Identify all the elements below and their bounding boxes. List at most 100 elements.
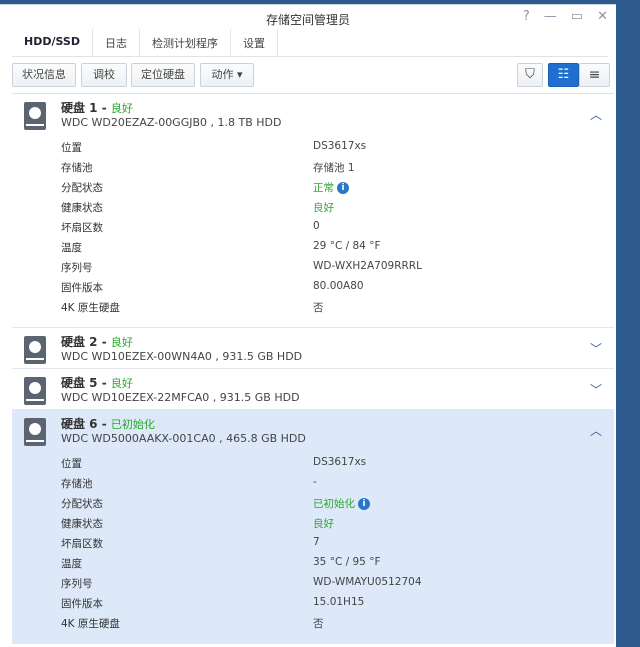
detail-value-wrap: WD-WMAYU0512704: [313, 576, 422, 588]
storage-manager-window: 存储空间管理员 ? — ▭ ✕ HDD/SSD 日志 检测计划程序 设置 状况信…: [0, 4, 616, 647]
help-icon[interactable]: ?: [523, 9, 530, 24]
detail-value-wrap: 否: [313, 300, 324, 315]
detail-label: 位置: [61, 458, 82, 470]
detail-label: 存储池: [61, 162, 93, 174]
locate-disk-button[interactable]: 定位硬盘: [131, 63, 195, 87]
detail-label: 温度: [61, 242, 82, 254]
detail-label: 固件版本: [61, 282, 103, 294]
tab-bar: HDD/SSD 日志 检测计划程序 设置: [12, 29, 608, 57]
hdd-icon: [24, 336, 46, 364]
detail-row: 固件版本 80.00A80: [12, 277, 614, 297]
tab-settings[interactable]: 设置: [231, 29, 278, 56]
detail-value-wrap: 15.01H15: [313, 596, 364, 608]
chevron-up-icon[interactable]: ︿: [590, 422, 602, 439]
detail-row: 分配状态 已初始化 i: [12, 493, 614, 513]
detail-value: DS3617xs: [313, 456, 367, 468]
detail-row: 存储池 存储池 1: [12, 157, 614, 177]
info-icon[interactable]: i: [358, 498, 370, 510]
detail-row: 坏扇区数 0: [12, 217, 614, 237]
action-dropdown[interactable]: 动作 ▾: [200, 63, 254, 87]
detail-value: 已初始化: [313, 498, 355, 510]
disk-name: 硬盘 5 - 良好: [61, 376, 133, 390]
detail-value-wrap: WD-WXH2A709RRRL: [313, 260, 422, 272]
disk-name: 硬盘 2 - 良好: [61, 335, 133, 349]
detail-label: 序列号: [61, 262, 93, 274]
detail-row: 健康状态 良好: [12, 513, 614, 533]
detail-view-button[interactable]: ☷: [548, 63, 579, 87]
detail-row: 位置 DS3617xs: [12, 453, 614, 473]
detail-label: 温度: [61, 558, 82, 570]
detail-row: 位置 DS3617xs: [12, 137, 614, 157]
status-info-button[interactable]: 状况信息: [12, 63, 76, 87]
detail-value-wrap: DS3617xs: [313, 456, 366, 468]
detail-value-wrap: 7: [313, 536, 320, 548]
detail-value-wrap: 良好: [313, 516, 334, 531]
detail-row: 健康状态 良好: [12, 197, 614, 217]
detail-value: DS3617xs: [313, 140, 367, 152]
detail-value: WD-WXH2A709RRRL: [313, 260, 422, 272]
detail-value-wrap: 29 °C / 84 °F: [313, 240, 380, 252]
detail-label: 4K 原生硬盘: [61, 302, 120, 314]
disk-model: WDC WD20EZAZ-00GGJB0 , 1.8 TB HDD: [61, 116, 282, 129]
list-view-button[interactable]: ≡: [579, 63, 610, 87]
disk-header[interactable]: 硬盘 6 - 已初始化 WDC WD5000AAKX-001CA0 , 465.…: [12, 410, 614, 450]
detail-value: 否: [313, 302, 324, 314]
disk-name-text: 硬盘 6: [61, 417, 98, 431]
hdd-icon: [24, 418, 46, 446]
disk-name: 硬盘 1 - 良好: [61, 101, 133, 115]
hdd-icon: [24, 377, 46, 405]
disk-item[interactable]: 硬盘 1 - 良好 WDC WD20EZAZ-00GGJB0 , 1.8 TB …: [12, 94, 614, 328]
disk-item[interactable]: 硬盘 6 - 已初始化 WDC WD5000AAKX-001CA0 , 465.…: [12, 410, 614, 644]
calibrate-button[interactable]: 调校: [81, 63, 127, 87]
detail-value: 存储池 1: [313, 162, 355, 174]
disk-name-text: 硬盘 1: [61, 101, 98, 115]
detail-value-wrap: 存储池 1: [313, 160, 355, 175]
detail-row: 坏扇区数 7: [12, 533, 614, 553]
maximize-icon[interactable]: ▭: [571, 9, 583, 24]
detail-label: 4K 原生硬盘: [61, 618, 120, 630]
disk-list: 硬盘 1 - 良好 WDC WD20EZAZ-00GGJB0 , 1.8 TB …: [12, 93, 614, 644]
detail-value: 正常: [313, 182, 334, 194]
chevron-down-icon[interactable]: ﹀: [590, 340, 602, 357]
chevron-down-icon[interactable]: ﹀: [590, 381, 602, 398]
detail-value-wrap: DS3617xs: [313, 140, 366, 152]
detail-row: 序列号 WD-WXH2A709RRRL: [12, 257, 614, 277]
disk-header[interactable]: 硬盘 1 - 良好 WDC WD20EZAZ-00GGJB0 , 1.8 TB …: [12, 94, 614, 134]
detail-label: 存储池: [61, 478, 93, 490]
disk-item[interactable]: 硬盘 5 - 良好 WDC WD10EZEX-22MFCA0 , 931.5 G…: [12, 369, 614, 410]
disk-model: WDC WD10EZEX-00WN4A0 , 931.5 GB HDD: [61, 350, 303, 363]
disk-name-text: 硬盘 2: [61, 335, 98, 349]
detail-label: 坏扇区数: [61, 222, 103, 234]
detail-value: 35 °C / 95 °F: [313, 556, 381, 568]
detail-value: 15.01H15: [313, 596, 365, 608]
info-icon[interactable]: i: [337, 182, 349, 194]
detail-value: -: [313, 476, 317, 488]
detail-value: 7: [313, 536, 320, 548]
detail-value-wrap: 80.00A80: [313, 280, 364, 292]
detail-row: 序列号 WD-WMAYU0512704: [12, 573, 614, 593]
disk-header[interactable]: 硬盘 5 - 良好 WDC WD10EZEX-22MFCA0 , 931.5 G…: [12, 369, 614, 409]
detail-value: 良好: [313, 518, 334, 530]
disk-model: WDC WD10EZEX-22MFCA0 , 931.5 GB HDD: [61, 391, 300, 404]
detail-label: 固件版本: [61, 598, 103, 610]
detail-value: 0: [313, 220, 320, 232]
disk-status: 良好: [110, 102, 133, 115]
detail-row: 4K 原生硬盘 否: [12, 613, 614, 633]
detail-value-wrap: 0: [313, 220, 320, 232]
tab-hdd-ssd[interactable]: HDD/SSD: [12, 29, 93, 56]
chevron-up-icon[interactable]: ︿: [590, 106, 602, 123]
minimize-icon[interactable]: —: [544, 9, 557, 24]
detail-value-wrap: 否: [313, 616, 324, 631]
disk-header[interactable]: 硬盘 2 - 良好 WDC WD10EZEX-00WN4A0 , 931.5 G…: [12, 328, 614, 368]
tab-log[interactable]: 日志: [93, 29, 140, 56]
detail-value-wrap: 35 °C / 95 °F: [313, 556, 380, 568]
detail-row: 温度 35 °C / 95 °F: [12, 553, 614, 573]
detail-label: 分配状态: [61, 498, 103, 510]
disk-status: 良好: [110, 336, 133, 349]
detail-value-wrap: 已初始化 i: [313, 496, 370, 511]
disk-status: 良好: [110, 377, 133, 390]
filter-icon[interactable]: ⛉: [517, 63, 543, 87]
disk-item[interactable]: 硬盘 2 - 良好 WDC WD10EZEX-00WN4A0 , 931.5 G…: [12, 328, 614, 369]
close-icon[interactable]: ✕: [597, 9, 608, 24]
tab-test-scheduler[interactable]: 检测计划程序: [140, 29, 231, 56]
